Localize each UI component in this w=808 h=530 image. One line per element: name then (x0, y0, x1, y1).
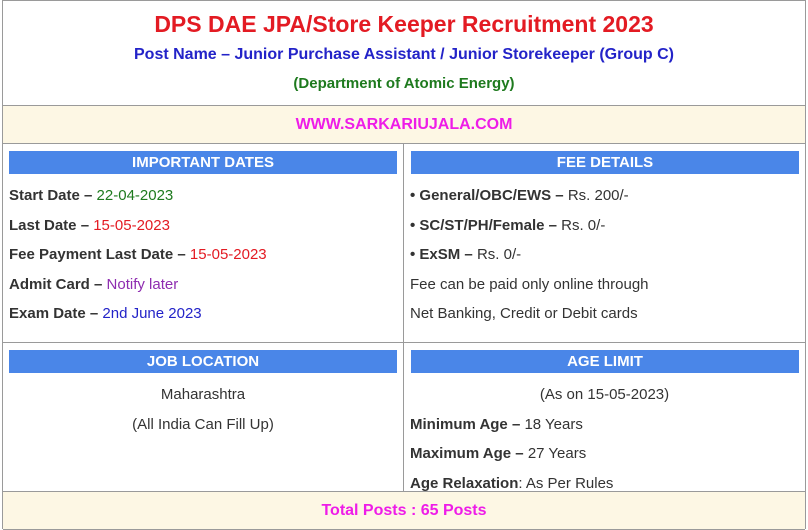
age-limit-heading: AGE LIMIT (411, 350, 799, 373)
maximum-age-value: 27 Years (527, 445, 587, 462)
minimum-age-row: Minimum Age – 18 Years (410, 410, 799, 440)
age-relaxation-label: Age Relaxation (410, 474, 519, 492)
fee-sc-st-label: • SC/ST/PH/Female – (410, 216, 557, 234)
fee-general-label: • General/OBC/EWS – (410, 187, 564, 204)
website-link[interactable]: WWW.SARKARIUJALA.COM (3, 106, 805, 144)
job-location-state: Maharashtra (160, 386, 246, 403)
page-title: DPS DAE JPA/Store Keeper Recruitment 202… (154, 11, 654, 37)
start-date-label: Start Date – (9, 187, 93, 204)
fee-exsm-label: • ExSM – (410, 246, 473, 263)
fee-exsm-row: • ExSM – Rs. 0/- (410, 240, 799, 270)
fee-details-heading: FEE DETAILS (411, 151, 799, 174)
job-location-heading: JOB LOCATION (9, 350, 397, 373)
fee-general-value: Rs. 200/- (567, 187, 629, 204)
fee-exsm-value: Rs. 0/- (476, 246, 522, 263)
exam-date-label: Exam Date – (9, 305, 99, 322)
fee-general-row: • General/OBC/EWS – Rs. 200/- (410, 181, 799, 211)
last-date-value: 15-05-2023 (93, 216, 170, 234)
exam-date-row: Exam Date – 2nd June 2023 (9, 299, 397, 329)
job-location-note: (All India Can Fill Up) (132, 415, 274, 433)
age-as-on-date: (As on 15-05-2023) (539, 386, 670, 403)
start-date-value: 22-04-2023 (96, 187, 174, 204)
fee-last-date-row: Fee Payment Last Date – 15-05-2023 (9, 240, 397, 270)
fee-last-date-label: Fee Payment Last Date – (9, 246, 186, 263)
last-date-row: Last Date – 15-05-2023 (9, 211, 397, 241)
maximum-age-row: Maximum Age – 27 Years (410, 439, 799, 469)
important-dates-section: IMPORTANT DATES Start Date – 22-04-2023 … (3, 144, 404, 343)
fee-last-date-value: 15-05-2023 (189, 246, 267, 263)
post-name: Post Name – Junior Purchase Assistant / … (134, 46, 674, 63)
fee-details-section: FEE DETAILS • General/OBC/EWS – Rs. 200/… (404, 144, 805, 343)
job-location-section: JOB LOCATION Maharashtra (All India Can … (3, 343, 404, 492)
age-relaxation-value: : As Per Rules (518, 474, 614, 492)
minimum-age-label: Minimum Age – (410, 415, 521, 433)
age-limit-section: AGE LIMIT (As on 15-05-2023) Minimum Age… (404, 343, 805, 492)
start-date-row: Start Date – 22-04-2023 (9, 181, 397, 211)
fee-note-line-2: Net Banking, Credit or Debit cards (410, 305, 638, 322)
exam-date-value: 2nd June 2023 (102, 305, 202, 322)
recruitment-notice: DPS DAE JPA/Store Keeper Recruitment 202… (2, 0, 806, 530)
fee-sc-st-row: • SC/ST/PH/Female – Rs. 0/- (410, 211, 799, 241)
minimum-age-value: 18 Years (524, 415, 583, 433)
notice-header: DPS DAE JPA/Store Keeper Recruitment 202… (3, 1, 805, 106)
age-relaxation-row: Age Relaxation: As Per Rules (410, 469, 799, 499)
department-name: (Department of Atomic Energy) (293, 75, 515, 92)
admit-card-value: Notify later (106, 275, 179, 293)
admit-card-row: Admit Card – Notify later (9, 270, 397, 300)
important-dates-heading: IMPORTANT DATES (9, 151, 397, 174)
maximum-age-label: Maximum Age – (410, 445, 524, 462)
fee-sc-st-value: Rs. 0/- (561, 216, 606, 234)
admit-card-label: Admit Card – (9, 275, 103, 293)
last-date-label: Last Date – (9, 216, 90, 234)
fee-note-line-1: Fee can be paid only online through (410, 275, 649, 293)
